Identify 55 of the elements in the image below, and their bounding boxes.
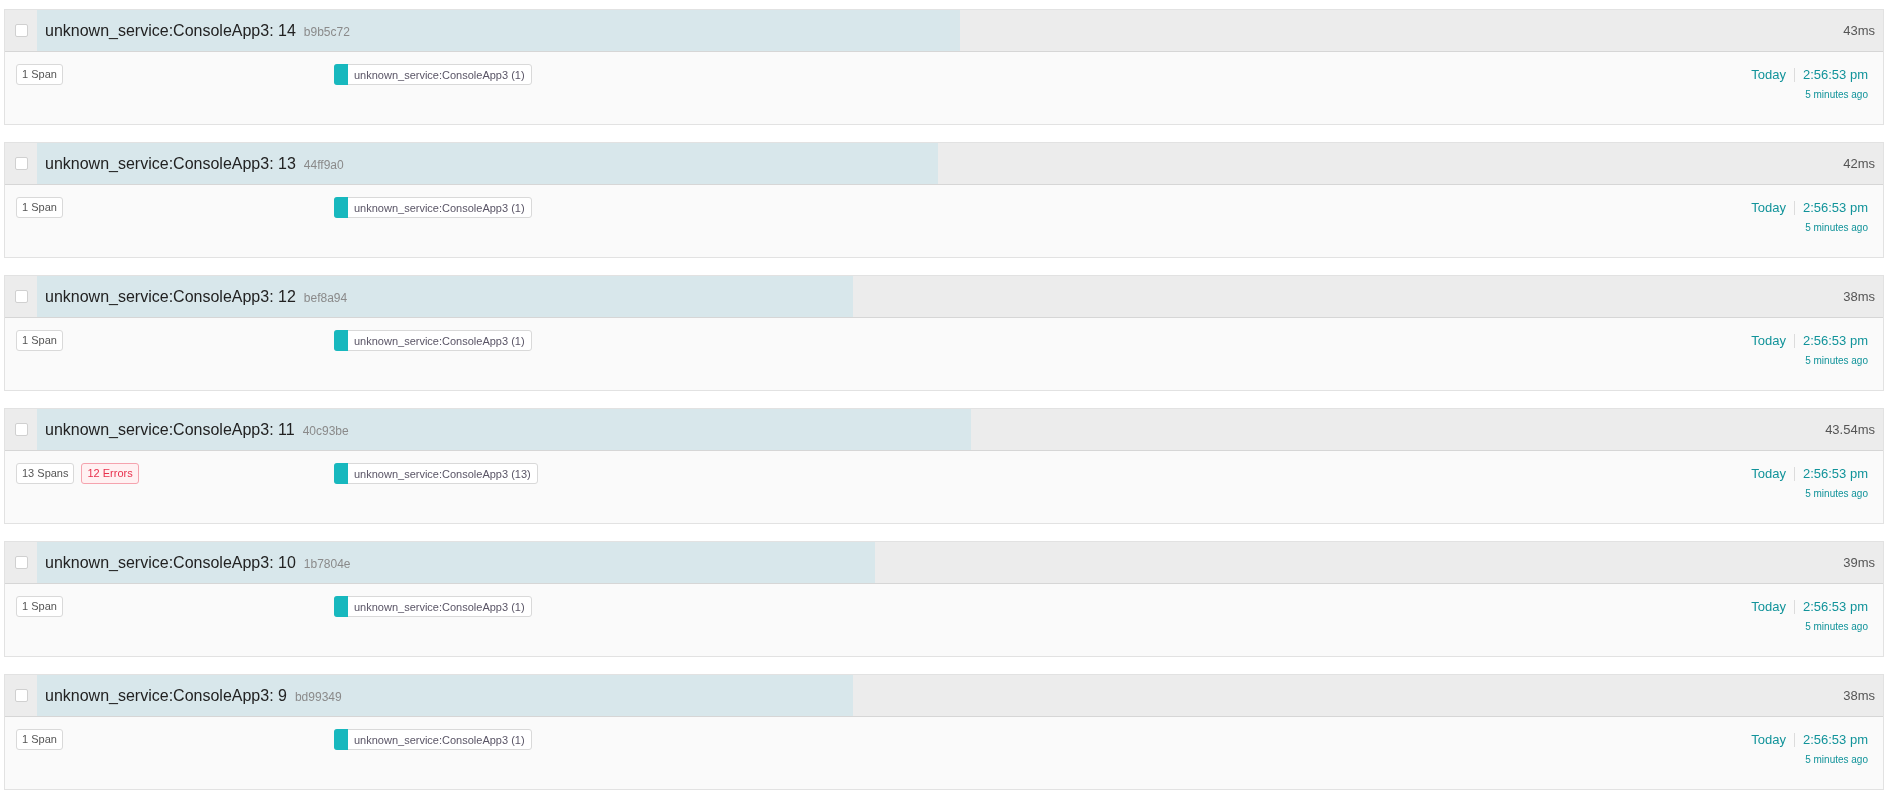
select-checkbox[interactable] xyxy=(14,556,28,569)
service-name: unknown_service:ConsoleApp3 (1) xyxy=(353,333,526,349)
trace-date: Today xyxy=(1751,67,1786,82)
relative-time: 5 minutes ago xyxy=(1805,754,1868,765)
trace-title[interactable]: unknown_service:ConsoleApp3: 12 xyxy=(45,287,296,306)
trace-time: 2:56:53 pm xyxy=(1802,599,1868,614)
trace-duration: 39ms xyxy=(1843,555,1875,570)
trace-date: Today xyxy=(1751,200,1786,215)
relative-time: 5 minutes ago xyxy=(1805,355,1868,366)
trace-id: 44ff9a0 xyxy=(303,157,344,172)
service-name: unknown_service:ConsoleApp3 (13) xyxy=(353,466,532,482)
span-count-tag: 1 Span xyxy=(16,330,63,351)
trace-title[interactable]: unknown_service:ConsoleApp3: 10 xyxy=(45,553,296,572)
trace-title[interactable]: unknown_service:ConsoleApp3: 11 xyxy=(45,420,295,439)
error-count-tag: 12 Errors xyxy=(81,463,139,484)
relative-time: 5 minutes ago xyxy=(1805,621,1868,632)
service-name: unknown_service:ConsoleApp3 (1) xyxy=(353,67,526,83)
trace-title[interactable]: unknown_service:ConsoleApp3: 14 xyxy=(45,21,296,40)
trace-time: 2:56:53 pm xyxy=(1802,466,1868,481)
service-name: unknown_service:ConsoleApp3 (1) xyxy=(353,200,526,216)
trace-duration: 43ms xyxy=(1843,23,1875,38)
trace-date: Today xyxy=(1751,732,1786,747)
trace-id: b9b5c72 xyxy=(303,24,350,39)
relative-time: 5 minutes ago xyxy=(1805,89,1868,100)
trace-duration: 43.54ms xyxy=(1825,422,1875,437)
select-checkbox[interactable] xyxy=(14,290,28,303)
span-count-tag: 1 Span xyxy=(16,64,63,85)
span-count-tag: 13 Spans xyxy=(16,463,75,484)
select-checkbox[interactable] xyxy=(14,423,28,436)
trace-id: 1b7804e xyxy=(303,556,351,571)
trace-time: 2:56:53 pm xyxy=(1802,333,1868,348)
service-name: unknown_service:ConsoleApp3 (1) xyxy=(353,732,526,748)
trace-id: 40c93be xyxy=(302,423,349,438)
trace-id: bd99349 xyxy=(294,689,342,704)
trace-id: bef8a94 xyxy=(303,290,348,305)
trace-title[interactable]: unknown_service:ConsoleApp3: 9 xyxy=(45,686,287,705)
span-count-tag: 1 Span xyxy=(16,596,63,617)
trace-duration: 42ms xyxy=(1843,156,1875,171)
trace-date: Today xyxy=(1751,466,1786,481)
select-checkbox[interactable] xyxy=(14,157,28,170)
select-checkbox[interactable] xyxy=(14,689,28,702)
trace-time: 2:56:53 pm xyxy=(1802,200,1868,215)
trace-time: 2:56:53 pm xyxy=(1802,67,1868,82)
trace-date: Today xyxy=(1751,599,1786,614)
service-name: unknown_service:ConsoleApp3 (1) xyxy=(353,599,526,615)
select-checkbox[interactable] xyxy=(14,24,28,37)
span-count-tag: 1 Span xyxy=(16,197,63,218)
trace-duration: 38ms xyxy=(1843,688,1875,703)
relative-time: 5 minutes ago xyxy=(1805,222,1868,233)
trace-date: Today xyxy=(1751,333,1786,348)
span-count-tag: 1 Span xyxy=(16,729,63,750)
relative-time: 5 minutes ago xyxy=(1805,488,1868,499)
trace-time: 2:56:53 pm xyxy=(1802,732,1868,747)
trace-title[interactable]: unknown_service:ConsoleApp3: 13 xyxy=(45,154,296,173)
trace-duration: 38ms xyxy=(1843,289,1875,304)
